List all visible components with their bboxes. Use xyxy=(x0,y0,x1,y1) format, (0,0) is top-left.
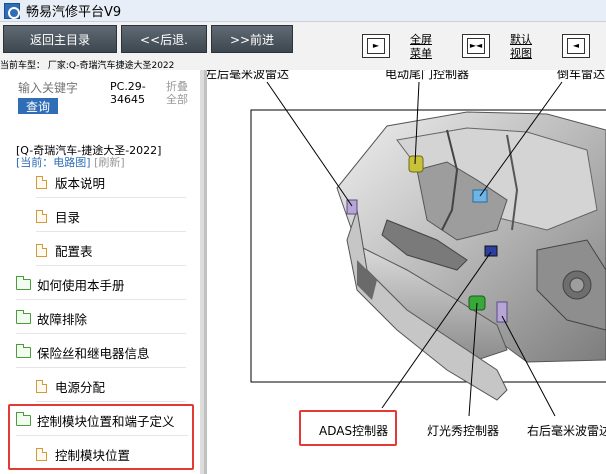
default-view-link[interactable]: 默认 视图 xyxy=(510,33,532,61)
document-icon xyxy=(36,380,47,393)
default-view-line1: 默认 xyxy=(510,33,532,46)
tree-item-fuse-relay[interactable]: 保险丝和继电器信息 xyxy=(16,338,186,368)
collapse-right-icon: ◄ xyxy=(567,38,585,54)
label-light-show-controller: 灯光秀控制器 xyxy=(427,424,500,438)
tree-item-label: 故障排除 xyxy=(37,312,88,327)
tree-item-label: 保险丝和继电器信息 xyxy=(37,346,150,361)
document-icon xyxy=(36,176,47,189)
expand-left-icon: ► xyxy=(367,38,385,54)
label-right-rear-radar: 右后毫米波雷达 xyxy=(527,424,606,438)
tree-item-power-distribution[interactable]: 电源分配 xyxy=(36,372,186,402)
right-rear-radar-marker xyxy=(496,301,508,323)
tree-item-config-table[interactable]: 配置表 xyxy=(36,236,186,266)
folder-icon xyxy=(16,276,31,290)
adas-highlight-box xyxy=(299,410,397,446)
fit-width-button[interactable]: ►◄ xyxy=(462,34,490,58)
vehicle-diagram xyxy=(250,81,606,417)
car-rear-body xyxy=(336,111,606,401)
pc-code: PC.29-34645 xyxy=(110,80,146,106)
tree-item-label: 版本说明 xyxy=(55,176,106,191)
document-icon xyxy=(36,244,47,257)
folder-icon xyxy=(16,344,31,358)
label-left-rear-radar: 左后毫米波雷达 xyxy=(207,70,290,81)
search-input[interactable] xyxy=(18,80,104,96)
app-window: 畅易汽修平台V9 返回主目录 <<后退. >>前进 ► 全屏 菜单 ►◄ 默认 … xyxy=(0,0,606,474)
tree-item-label: 如何使用本手册 xyxy=(37,278,125,293)
fullscreen-menu-line1: 全屏 xyxy=(410,33,432,46)
back-to-main-button[interactable]: 返回主目录 xyxy=(3,25,117,53)
collapse-right-button[interactable]: ◄ xyxy=(562,34,590,58)
selection-highlight-box xyxy=(8,404,194,470)
left-rear-radar-marker xyxy=(346,199,358,215)
title-bar: 畅易汽修平台V9 xyxy=(0,0,606,22)
label-reverse-radar: 倒车雷达 xyxy=(557,70,606,81)
tree-item-version[interactable]: 版本说明 xyxy=(36,168,186,198)
fit-width-icon: ►◄ xyxy=(467,38,485,54)
forward-button[interactable]: >>前进 xyxy=(211,25,293,53)
default-view-line2: 视图 xyxy=(510,47,532,60)
tree-item-how-to-use[interactable]: 如何使用本手册 xyxy=(16,270,186,300)
fullscreen-menu-link[interactable]: 全屏 菜单 xyxy=(410,33,432,61)
expand-left-button[interactable]: ► xyxy=(362,34,390,58)
window-title: 畅易汽修平台V9 xyxy=(26,5,122,20)
back-button[interactable]: <<后退. xyxy=(121,25,207,53)
document-icon xyxy=(36,210,47,223)
adas-controller-marker xyxy=(484,245,498,257)
fold-all-link[interactable]: 折叠全部 xyxy=(166,80,192,106)
query-button[interactable]: 查询 xyxy=(18,98,58,114)
tree-item-label: 电源分配 xyxy=(55,380,106,395)
toolbar: 返回主目录 <<后退. >>前进 ► 全屏 菜单 ►◄ 默认 视图 ◄ 当前车型… xyxy=(0,22,606,71)
tree-item-troubleshooting[interactable]: 故障排除 xyxy=(16,304,186,334)
tree-item-label: 目录 xyxy=(55,210,81,225)
app-logo-icon xyxy=(4,2,20,19)
folder-icon xyxy=(16,310,31,324)
fullscreen-menu-line2: 菜单 xyxy=(410,47,432,60)
tailgate-controller-marker xyxy=(408,155,424,173)
diagram-viewport: 左后毫米波雷达 电动尾门控制器 倒车雷达 ADAS控制器 灯光秀控制器 右后毫米… xyxy=(207,70,606,474)
label-tailgate-controller: 电动尾门控制器 xyxy=(385,70,470,81)
tree-item-label: 配置表 xyxy=(55,244,93,259)
tree-item-contents[interactable]: 目录 xyxy=(36,202,186,232)
